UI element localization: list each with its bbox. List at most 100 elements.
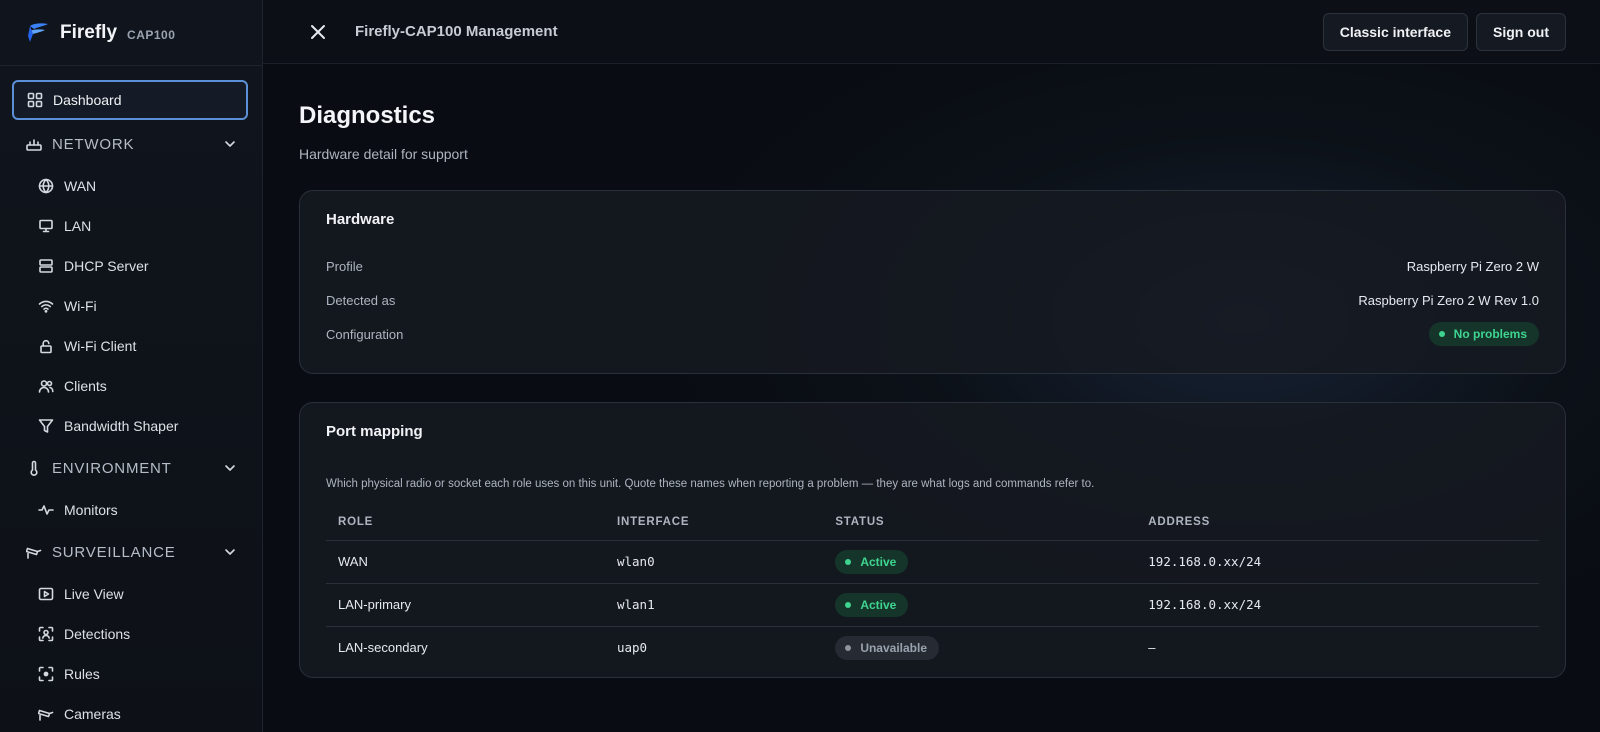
brand-model: CAP100: [127, 27, 176, 42]
cell-interface: wlan0: [604, 540, 824, 584]
column-header-interface: INTERFACE: [604, 504, 824, 541]
globe-icon: [38, 178, 54, 194]
main-content: Firefly-CAP100 Management Classic interf…: [263, 0, 1600, 732]
status-label: Unavailable: [860, 640, 928, 655]
network-icon: [26, 139, 42, 151]
sidebar-item-label: Monitors: [64, 502, 118, 518]
close-icon[interactable]: [309, 23, 327, 41]
topbar: Firefly-CAP100 Management Classic interf…: [263, 0, 1600, 64]
scan-icon: [38, 666, 54, 682]
status-dot: [1438, 331, 1445, 337]
cell-address: 192.168.0.xx/24: [1136, 540, 1539, 584]
sidebar-item-clients[interactable]: Clients: [0, 366, 262, 406]
hardware-row-configuration: Configuration No problems: [326, 317, 1539, 351]
sidebar-item-monitors[interactable]: Monitors: [0, 490, 262, 530]
monitor-icon: [39, 219, 53, 233]
chevron-down-icon: [225, 549, 235, 555]
cell-status: Active: [823, 583, 1137, 627]
cell-address: –: [1148, 640, 1156, 656]
sidebar-item-label: LAN: [64, 218, 92, 234]
status-badge: Active: [835, 549, 909, 574]
sign-out-button[interactable]: Sign out: [1476, 12, 1566, 51]
cell-interface: wlan1: [604, 583, 824, 627]
header-title: Firefly-CAP100 Management: [355, 23, 558, 40]
status-dot: [845, 558, 852, 565]
cell-role: WAN: [326, 540, 605, 584]
sidebar-item-live-view[interactable]: Live View: [0, 574, 262, 614]
status-label: No problems: [1453, 327, 1527, 341]
section-label: NETWORK: [52, 135, 135, 153]
sidebar-item-label: WAN: [64, 178, 97, 194]
hardware-key: Configuration: [326, 326, 404, 342]
sidebar-item-label: Live View: [64, 586, 124, 602]
camera-icon: [38, 709, 54, 721]
hardware-value: Raspberry Pi Zero 2 W Rev 1.0: [1358, 292, 1539, 308]
section-label: ENVIRONMENT: [52, 459, 172, 477]
filter-icon: [38, 419, 54, 433]
hardware-key: Detected as: [326, 292, 396, 308]
sidebar-nav: Dashboard NETWORK WAN LAN DHCP Server Wi…: [0, 66, 262, 732]
chevron-down-icon: [225, 141, 235, 147]
sidebar-item-label: Dashboard: [53, 92, 122, 108]
sidebar-item-wifi[interactable]: Wi-Fi: [0, 286, 262, 326]
users-icon: [38, 380, 54, 393]
wifi-icon: [38, 300, 54, 313]
cell-status: Active: [823, 540, 1137, 584]
hardware-row-detected: Detected as Raspberry Pi Zero 2 W Rev 1.…: [326, 283, 1539, 317]
column-header-address: ADDRESS: [1136, 504, 1539, 541]
hardware-row-profile: Profile Raspberry Pi Zero 2 W: [326, 249, 1539, 283]
grid-icon: [27, 92, 43, 108]
diagnostics-page: Diagnostics Hardware detail for support …: [263, 64, 1600, 678]
sidebar-item-label: Cameras: [64, 706, 121, 722]
cctv-icon: [26, 547, 42, 559]
card-title: Port mapping: [326, 423, 423, 440]
classic-interface-button[interactable]: Classic interface: [1322, 12, 1468, 51]
section-label: SURVEILLANCE: [52, 543, 176, 561]
table-row: WAN wlan0 Active 192.168.0.xx/24: [326, 540, 1539, 584]
sidebar: Firefly CAP100 Dashboard NETWORK WAN LAN…: [0, 0, 263, 732]
page-subtitle: Hardware detail for support: [299, 146, 468, 162]
status-label: Active: [860, 554, 897, 569]
sidebar-section-surveillance[interactable]: SURVEILLANCE: [0, 530, 262, 574]
hardware-card: Hardware Profile Raspberry Pi Zero 2 W D…: [299, 190, 1566, 374]
sidebar-item-wan[interactable]: WAN: [0, 166, 262, 206]
sidebar-item-label: DHCP Server: [64, 258, 149, 274]
status-badge: No problems: [1428, 322, 1539, 346]
sidebar-item-bandwidth-shaper[interactable]: Bandwidth Shaper: [0, 406, 262, 446]
sidebar-item-detections[interactable]: Detections: [0, 614, 262, 654]
cell-role: LAN-secondary: [338, 640, 428, 656]
wifi-client-icon: [40, 339, 52, 354]
brand[interactable]: Firefly CAP100: [0, 0, 262, 66]
brand-name: Firefly: [60, 21, 118, 43]
sidebar-item-label: Detections: [64, 626, 131, 642]
scan-person-icon: [38, 626, 54, 642]
table-row: LAN-secondary uap0 Unavailable –: [326, 626, 1539, 669]
page-title: Diagnostics: [299, 102, 436, 129]
card-description: Which physical radio or socket each role…: [326, 478, 1095, 490]
sidebar-section-environment[interactable]: ENVIRONMENT: [0, 446, 262, 490]
hardware-value: Raspberry Pi Zero 2 W: [1406, 258, 1539, 274]
table-row: LAN-primary wlan1 Active 192.168.0.xx/24: [326, 583, 1539, 627]
sidebar-item-cameras[interactable]: Cameras: [0, 694, 262, 732]
card-title: Hardware: [326, 211, 395, 228]
cell-status: Unavailable: [823, 626, 1136, 669]
sidebar-item-label: Rules: [64, 666, 100, 682]
sidebar-item-dashboard[interactable]: Dashboard: [12, 80, 248, 120]
cell-address: 192.168.0.xx/24: [1136, 583, 1539, 627]
port-mapping-table: ROLE INTERFACE STATUS ADDRESS WAN wlan0: [326, 504, 1539, 669]
cell-role: LAN-primary: [326, 583, 605, 627]
status-badge: Unavailable: [835, 635, 940, 660]
sidebar-item-dhcp-server[interactable]: DHCP Server: [0, 246, 262, 286]
sidebar-item-label: Bandwidth Shaper: [64, 418, 179, 434]
server-icon: [39, 259, 53, 273]
status-dot: [845, 644, 852, 651]
sidebar-item-wifi-client[interactable]: Wi-Fi Client: [0, 326, 262, 366]
sidebar-item-lan[interactable]: LAN: [0, 206, 262, 246]
firefly-logo-icon: [28, 22, 48, 42]
sidebar-section-network[interactable]: NETWORK: [0, 122, 262, 166]
thermometer-icon: [30, 460, 38, 476]
sidebar-item-rules[interactable]: Rules: [0, 654, 262, 694]
hardware-key: Profile: [326, 258, 363, 274]
play-icon: [38, 587, 54, 601]
status-badge: Active: [835, 592, 909, 617]
